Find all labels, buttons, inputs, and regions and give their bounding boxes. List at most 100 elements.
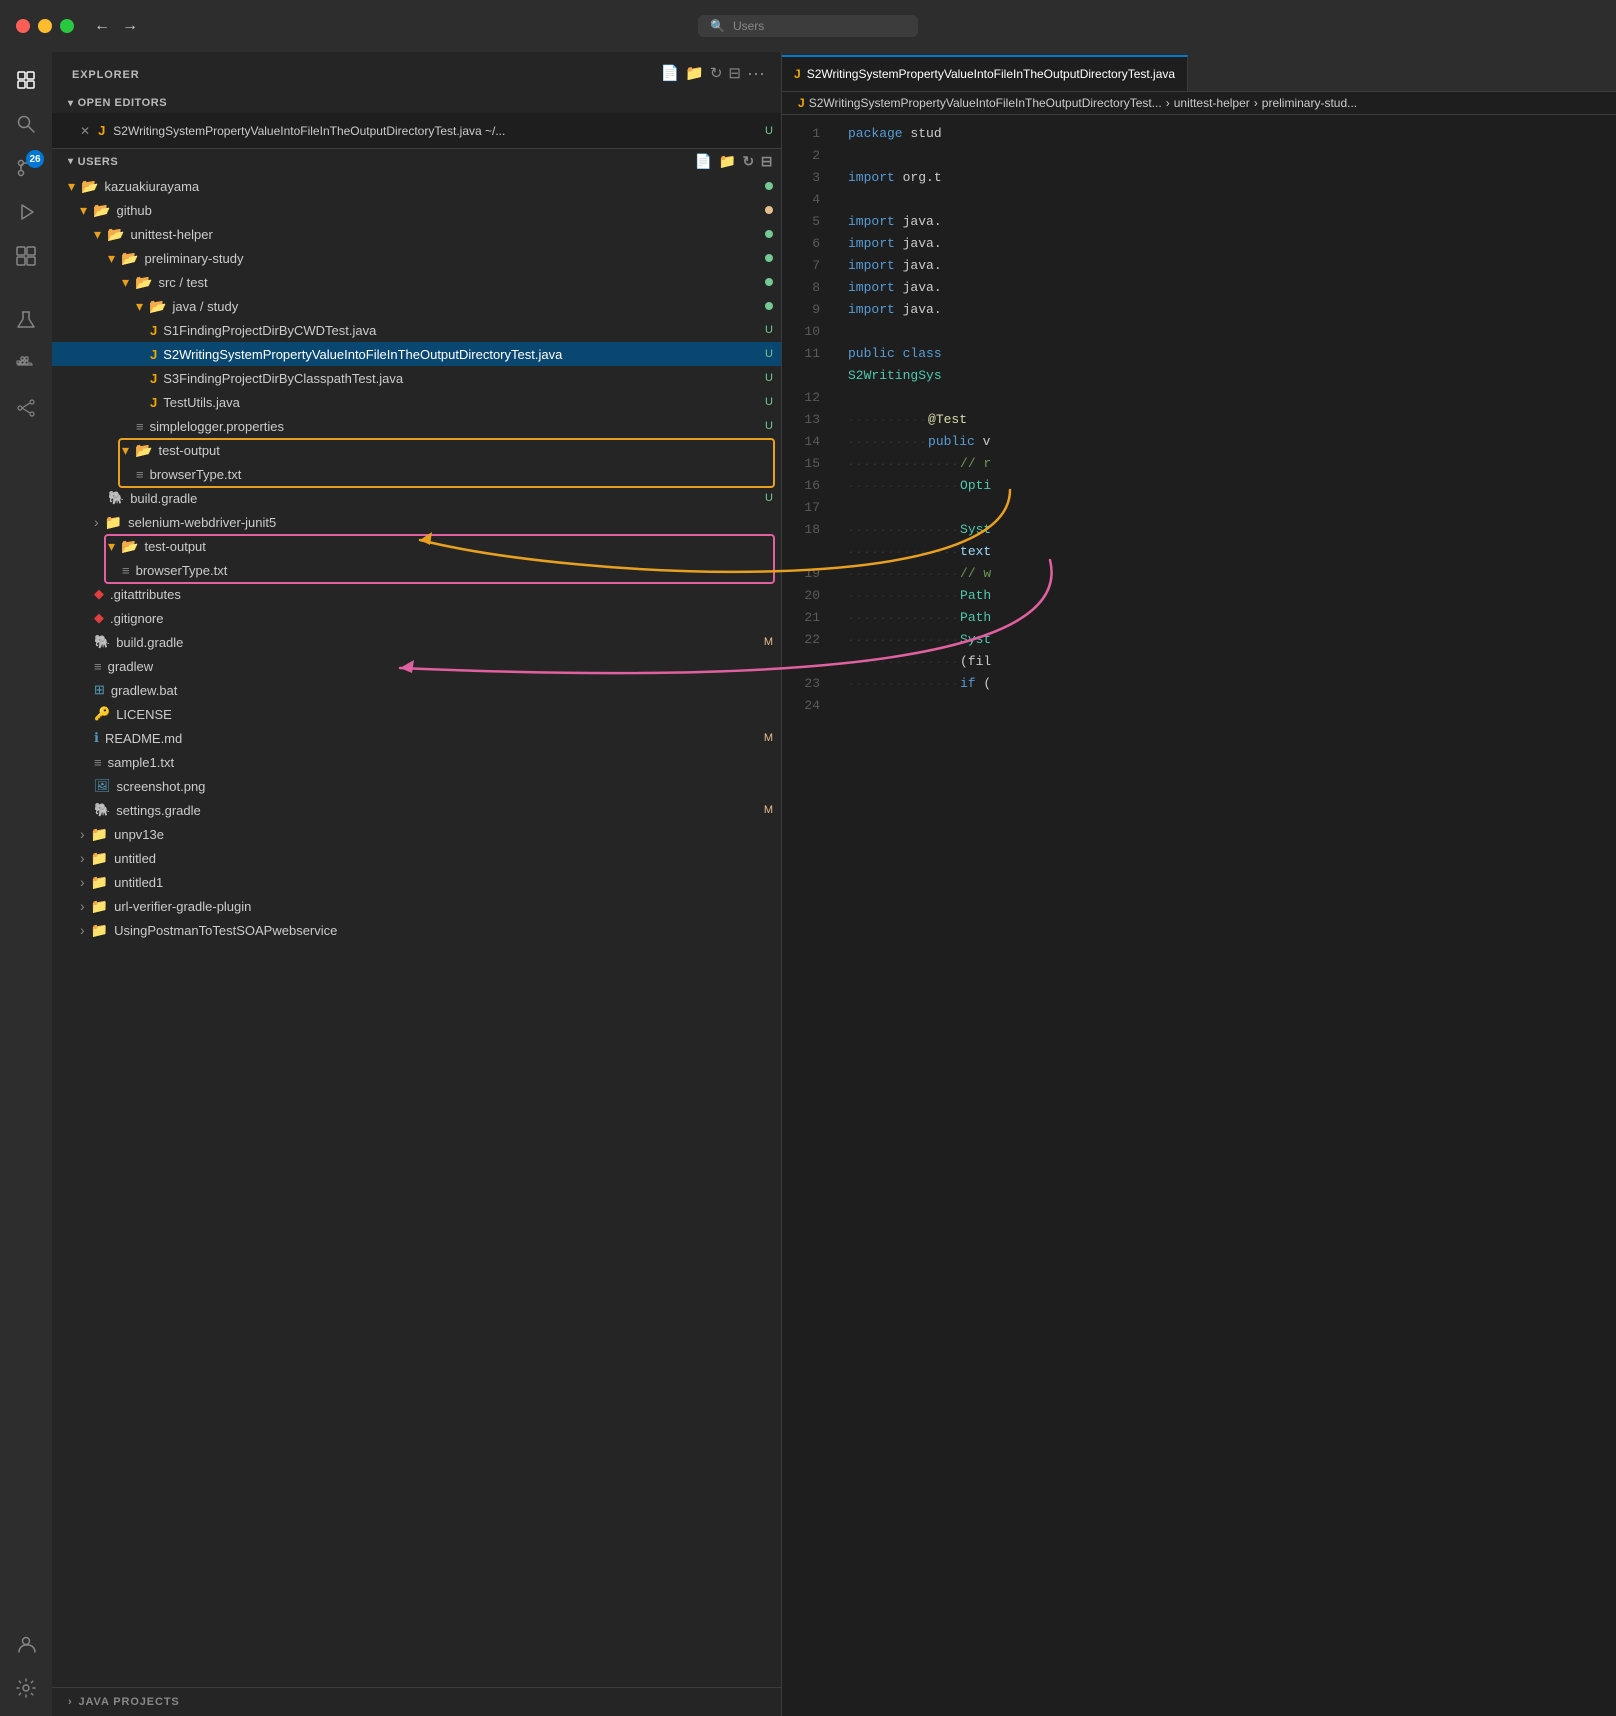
tree-item-readme[interactable]: ℹ README.md M xyxy=(52,726,781,750)
global-search[interactable]: 🔍 Users xyxy=(698,15,918,37)
java-projects-bar[interactable]: › JAVA PROJECTS xyxy=(52,1687,781,1716)
file-name: S3FindingProjectDirByClasspathTest.java xyxy=(163,371,765,386)
tree-item-sample1[interactable]: ≡ sample1.txt xyxy=(52,750,781,774)
breadcrumb-filename: S2WritingSystemPropertyValueIntoFileInTh… xyxy=(809,96,1162,110)
java-file-icon: J xyxy=(150,347,157,362)
tree-item-s3-file[interactable]: J S3FindingProjectDirByClasspathTest.jav… xyxy=(52,366,781,390)
folder-name: selenium-webdriver-junit5 xyxy=(128,515,773,530)
code-line-22b: ··············(fil xyxy=(848,651,1616,673)
tree-item-gitattributes[interactable]: ◆ .gitattributes xyxy=(52,582,781,606)
section-users[interactable]: ▾ USERS 📄 📁 ↻ ⊟ xyxy=(52,149,781,174)
activity-run[interactable] xyxy=(6,192,46,232)
tree-item-selenium[interactable]: › 📁 selenium-webdriver-junit5 xyxy=(52,510,781,534)
users-new-file-icon[interactable]: 📄 xyxy=(694,153,712,170)
tree-item-license[interactable]: 🔑 LICENSE xyxy=(52,702,781,726)
new-file-icon[interactable]: 📄 xyxy=(660,64,679,85)
file-badge: U xyxy=(765,348,773,360)
tree-item-url-verifier[interactable]: › 📁 url-verifier-gradle-plugin xyxy=(52,894,781,918)
collapse-icon[interactable]: ⊟ xyxy=(728,64,741,85)
folder-icon: 📁 xyxy=(91,850,108,867)
users-refresh-icon[interactable]: ↻ xyxy=(742,153,754,170)
tree-item-s2-file[interactable]: J S2WritingSystemPropertyValueIntoFileIn… xyxy=(52,342,781,366)
tree-item-gitignore[interactable]: ◆ .gitignore xyxy=(52,606,781,630)
more-actions-icon[interactable]: ⋯ xyxy=(747,64,765,85)
tree-item-untitled1[interactable]: › 📁 untitled1 xyxy=(52,870,781,894)
tree-item-github[interactable]: ▾ 📂 github xyxy=(52,198,781,222)
tree-item-unittest-helper[interactable]: ▾ 📂 unittest-helper xyxy=(52,222,781,246)
tree-item-test-output-orange[interactable]: ▾ 📂 test-output xyxy=(52,438,781,462)
file-name: build.gradle xyxy=(116,635,764,650)
code-line-19: ··············// w xyxy=(848,563,1616,585)
tree-item-java-study[interactable]: ▾ 📂 java / study xyxy=(52,294,781,318)
code-line-3: import org.t xyxy=(848,167,1616,189)
back-button[interactable]: ← xyxy=(94,17,110,35)
folder-icon: 📂 xyxy=(135,442,152,459)
java-file-icon: J xyxy=(150,395,157,410)
tree-item-testutils-file[interactable]: J TestUtils.java U xyxy=(52,390,781,414)
folder-icon: 📁 xyxy=(91,874,108,891)
tree-item-test-output-pink[interactable]: ▾ 📂 test-output xyxy=(52,534,781,558)
users-collapse-icon[interactable]: ⊟ xyxy=(761,153,773,170)
new-folder-icon[interactable]: 📁 xyxy=(685,64,704,85)
activity-search[interactable] xyxy=(6,104,46,144)
activity-settings[interactable] xyxy=(6,1668,46,1708)
code-line-1: package stud xyxy=(848,123,1616,145)
activity-extensions[interactable] xyxy=(6,236,46,276)
folder-icon: 📂 xyxy=(107,226,124,243)
editor-tab-active[interactable]: J S2WritingSystemPropertyValueIntoFileIn… xyxy=(782,55,1188,91)
code-view: 1 2 3 4 5 6 7 8 9 10 11 12 13 14 15 16 1… xyxy=(782,115,1616,1716)
window-controls xyxy=(16,19,74,33)
folder-open-icon: ▾ xyxy=(108,538,115,555)
file-badge: U xyxy=(765,324,773,336)
status-dot xyxy=(765,302,773,310)
maximize-button[interactable] xyxy=(60,19,74,33)
tree-item-s1-file[interactable]: J S1FindingProjectDirByCWDTest.java U xyxy=(52,318,781,342)
tree-item-untitled[interactable]: › 📁 untitled xyxy=(52,846,781,870)
forward-button[interactable]: → xyxy=(122,17,138,35)
tree-item-kazuakiurayama[interactable]: ▾ 📂 kazuakiurayama xyxy=(52,174,781,198)
search-icon: 🔍 xyxy=(710,19,725,33)
activity-explorer[interactable] xyxy=(6,60,46,100)
tree-item-unpv13e[interactable]: › 📁 unpv13e xyxy=(52,822,781,846)
activity-account[interactable] xyxy=(6,1624,46,1664)
tree-item-screenshot[interactable]: 🖼 screenshot.png xyxy=(52,774,781,798)
tree-item-build-gradle-root[interactable]: 🐘 build.gradle M xyxy=(52,630,781,654)
main-container: 26 xyxy=(0,52,1616,1716)
activity-flask[interactable] xyxy=(6,300,46,340)
section-open-editors[interactable]: ▾ OPEN EDITORS xyxy=(52,93,781,113)
editor-tabs: J S2WritingSystemPropertyValueIntoFileIn… xyxy=(782,52,1616,92)
activity-connections[interactable] xyxy=(6,388,46,428)
activity-source-control[interactable]: 26 xyxy=(6,148,46,188)
tree-item-browsertype-orange[interactable]: ≡ browserType.txt xyxy=(52,462,781,486)
code-line-7: import java. xyxy=(848,255,1616,277)
tree-item-gradlew-bat[interactable]: ⊞ gradlew.bat xyxy=(52,678,781,702)
open-editor-tab[interactable]: ✕ J S2WritingSystemPropertyValueIntoFile… xyxy=(52,113,781,149)
sidebar: EXPLORER 📄 📁 ↻ ⊟ ⋯ ▾ OPEN EDITORS ✕ J S2… xyxy=(52,52,782,1716)
text-file-icon: ≡ xyxy=(94,659,102,674)
tree-item-browsertype-pink[interactable]: ≡ browserType.txt xyxy=(52,558,781,582)
code-line-18b: ··············text xyxy=(848,541,1616,563)
tree-item-gradlew[interactable]: ≡ gradlew xyxy=(52,654,781,678)
activity-docker[interactable] xyxy=(6,344,46,384)
tab-close-icon[interactable]: ✕ xyxy=(80,124,90,138)
file-name: build.gradle xyxy=(130,491,765,506)
tree-item-preliminary-study[interactable]: ▾ 📂 preliminary-study xyxy=(52,246,781,270)
status-dot xyxy=(765,230,773,238)
file-name: .gitattributes xyxy=(110,587,773,602)
tree-item-settings-gradle[interactable]: 🐘 settings.gradle M xyxy=(52,798,781,822)
minimize-button[interactable] xyxy=(38,19,52,33)
image-file-icon: 🖼 xyxy=(94,778,111,794)
tree-item-postman[interactable]: › 📁 UsingPostmanToTestSOAPwebservice xyxy=(52,918,781,942)
tree-item-simplelogger[interactable]: ≡ simplelogger.properties U xyxy=(52,414,781,438)
java-file-icon: J xyxy=(150,323,157,338)
close-button[interactable] xyxy=(16,19,30,33)
refresh-icon[interactable]: ↻ xyxy=(710,64,723,85)
open-editor-badge: U xyxy=(765,125,773,137)
breadcrumb: J S2WritingSystemPropertyValueIntoFileIn… xyxy=(782,92,1616,115)
users-new-folder-icon[interactable]: 📁 xyxy=(718,153,736,170)
tree-item-build-gradle-prelim[interactable]: 🐘 build.gradle U xyxy=(52,486,781,510)
folder-icon: 📂 xyxy=(121,250,138,267)
breadcrumb-sep1: › xyxy=(1166,96,1170,110)
file-badge: M xyxy=(764,804,773,816)
tree-item-src-test[interactable]: ▾ 📂 src / test xyxy=(52,270,781,294)
